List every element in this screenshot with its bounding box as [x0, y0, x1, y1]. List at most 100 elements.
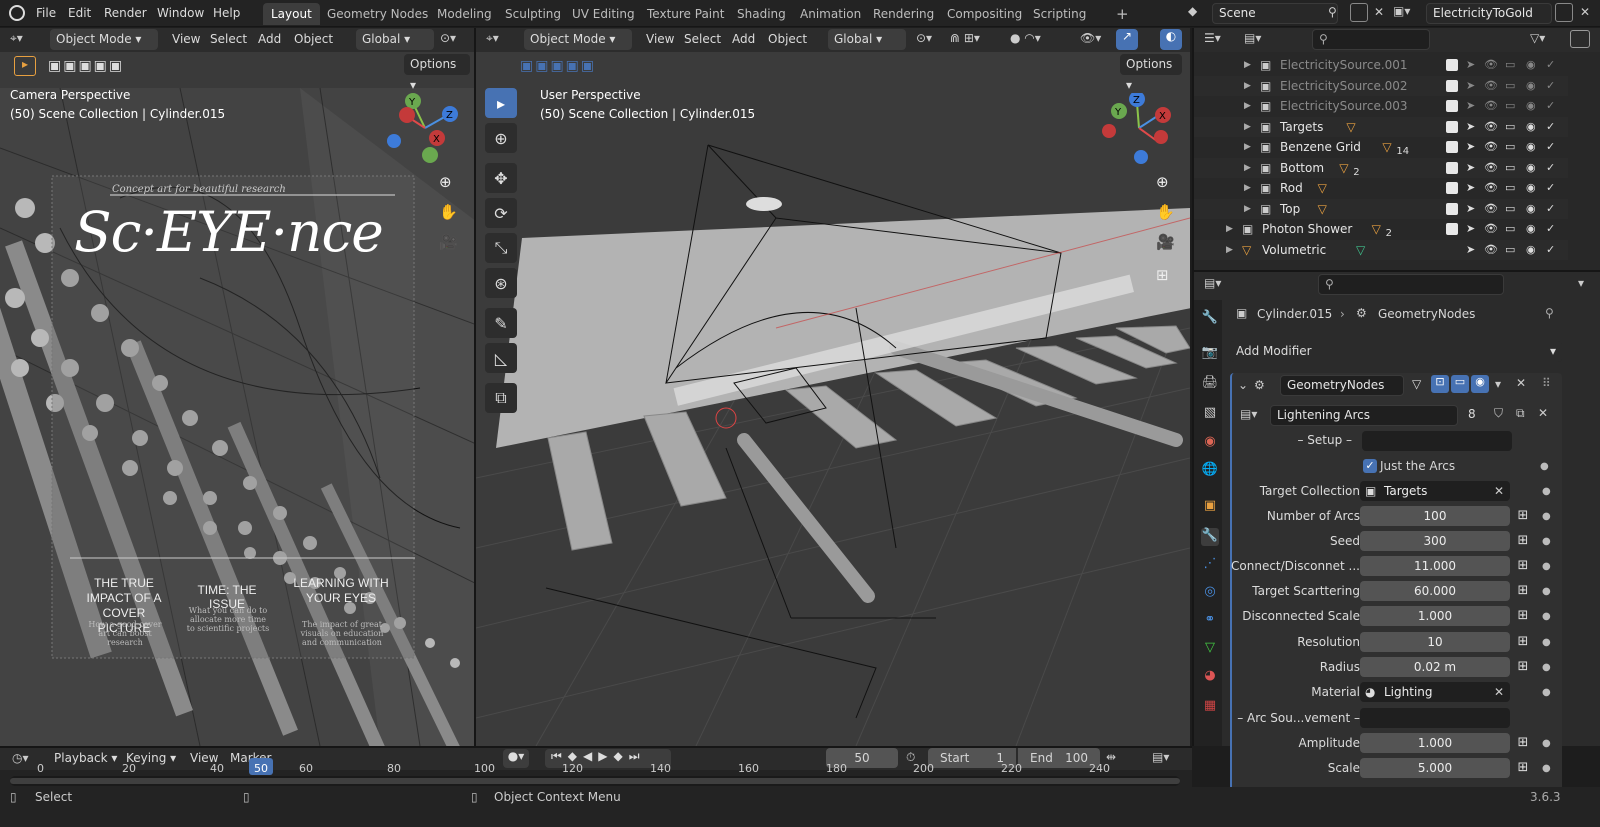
users-count[interactable]: 8: [1468, 407, 1476, 421]
add-cube-tool[interactable]: ⧉: [485, 383, 517, 413]
collection-selector[interactable]: Targets ▣ ✕: [1360, 481, 1510, 501]
select-arrow-icon[interactable]: ➤: [1466, 55, 1475, 75]
tab-rendering[interactable]: Rendering: [865, 3, 942, 25]
holdout-icon[interactable]: ✓: [1546, 55, 1555, 75]
monitor-icon[interactable]: ▭: [1505, 158, 1515, 178]
monitor-icon[interactable]: ▭: [1505, 76, 1515, 96]
pan-hand-icon[interactable]: ✋: [1156, 203, 1175, 221]
expand-chevron-icon[interactable]: ▶: [1244, 117, 1251, 137]
keyframe-dot-icon[interactable]: ●: [1542, 662, 1551, 673]
outliner-search-input[interactable]: ⚲: [1312, 29, 1430, 50]
tab-layout[interactable]: Layout: [263, 3, 320, 25]
expand-chevron-icon[interactable]: ▶: [1244, 76, 1251, 96]
keyframe-dot-icon[interactable]: ●: [1542, 738, 1551, 749]
eye-icon[interactable]: 👁: [1484, 117, 1498, 137]
transform-tool[interactable]: ⊛: [485, 268, 517, 298]
holdout-icon[interactable]: ✓: [1546, 199, 1555, 219]
menu-render[interactable]: Render: [104, 4, 147, 23]
outliner-row[interactable]: ▶ ▣ ElectricitySource.001 ➤ 👁 ▭ ◉ ✓: [1194, 55, 1568, 76]
monitor-icon[interactable]: ▭: [1505, 96, 1515, 116]
outliner-row[interactable]: ▶ ▽ Volumetric ▽ ➤ 👁 ▭ ◉ ✓: [1194, 239, 1568, 260]
number-field[interactable]: 300: [1360, 531, 1510, 551]
select-arrow-icon[interactable]: ➤: [1466, 117, 1475, 137]
material-selector[interactable]: Lighting ◕ ✕: [1360, 682, 1510, 702]
eye-icon[interactable]: 👁: [1484, 137, 1498, 157]
eye-icon[interactable]: 👁: [1484, 219, 1498, 239]
exclude-checkbox[interactable]: [1446, 161, 1458, 174]
view-layer-field[interactable]: ElectricityToGold: [1426, 3, 1552, 24]
tab-shading[interactable]: Shading: [729, 3, 794, 25]
editor-type-icon[interactable]: ⌖▾: [486, 31, 499, 46]
close-icon[interactable]: ✕: [1494, 481, 1504, 501]
attribute-toggle-icon[interactable]: ⊞: [1514, 607, 1532, 625]
modifier-name-field[interactable]: GeometryNodes: [1280, 375, 1404, 396]
camera-render-icon[interactable]: ◉: [1526, 76, 1536, 96]
exclude-checkbox[interactable]: [1446, 79, 1458, 92]
pin-icon[interactable]: ⚲: [1328, 5, 1337, 19]
zoom-icon[interactable]: ⊕: [439, 173, 452, 191]
blender-logo-icon[interactable]: [9, 5, 25, 21]
menu-select[interactable]: Select: [210, 30, 247, 49]
select-arrow-icon[interactable]: ➤: [1466, 137, 1475, 157]
attribute-toggle-icon[interactable]: ⊞: [1514, 582, 1532, 600]
fake-user-icon[interactable]: ⛉: [1494, 406, 1503, 421]
monitor-icon[interactable]: ▭: [1505, 199, 1515, 219]
expand-chevron-icon[interactable]: ▶: [1244, 137, 1251, 157]
menu-playback[interactable]: Playback ▾: [54, 749, 117, 768]
gizmo-toggle-icon[interactable]: ↗: [1116, 29, 1138, 50]
camera-render-icon[interactable]: ◉: [1526, 96, 1536, 116]
select-arrow-icon[interactable]: ➤: [1466, 96, 1475, 116]
eye-icon[interactable]: 👁: [1484, 55, 1498, 75]
keyframe-dot-icon[interactable]: ●: [1542, 611, 1551, 622]
keyframe-dot-icon[interactable]: ●: [1542, 511, 1551, 522]
holdout-icon[interactable]: ✓: [1546, 158, 1555, 178]
camera-render-icon[interactable]: ◉: [1526, 158, 1536, 178]
menu-object[interactable]: Object: [294, 30, 333, 49]
material-tab-icon[interactable]: ◕: [1201, 668, 1219, 686]
close-icon[interactable]: ✕: [1374, 5, 1384, 19]
orientation-dropdown[interactable]: Global ▾: [828, 29, 906, 50]
tab-scripting[interactable]: Scripting: [1025, 3, 1094, 25]
monitor-icon[interactable]: ▭: [1505, 117, 1515, 137]
navigation-gizmo[interactable]: Y Z X: [385, 93, 465, 168]
menu-window[interactable]: Window: [157, 4, 204, 23]
menu-edit[interactable]: Edit: [68, 4, 91, 23]
keyframe-dot-icon[interactable]: ●: [1540, 461, 1549, 472]
camera-render-icon[interactable]: ◉: [1526, 178, 1536, 198]
outliner-row[interactable]: ▶ ▣ ElectricitySource.003 ➤ 👁 ▭ ◉ ✓: [1194, 96, 1568, 117]
monitor-icon[interactable]: ▭: [1505, 219, 1515, 239]
menu-help[interactable]: Help: [213, 4, 240, 23]
camera-render-icon[interactable]: ◉: [1526, 240, 1536, 260]
number-field[interactable]: 100: [1360, 506, 1510, 526]
tab-texture-paint[interactable]: Texture Paint: [639, 3, 732, 25]
keyframe-dot-icon[interactable]: ●: [1542, 763, 1551, 774]
outliner-row[interactable]: ▶ ▣ Bottom ▽ 2 ➤ 👁 ▭ ◉ ✓: [1194, 157, 1568, 178]
expand-chevron-icon[interactable]: ▶: [1244, 158, 1251, 178]
exclude-checkbox[interactable]: [1446, 59, 1458, 71]
new-view-layer-icon[interactable]: [1555, 3, 1573, 22]
new-collection-icon[interactable]: [1570, 30, 1590, 48]
particles-tab-icon[interactable]: ⋰: [1201, 556, 1219, 574]
setup-field[interactable]: [1362, 431, 1512, 451]
number-field[interactable]: 1.000: [1360, 733, 1510, 753]
exclude-checkbox[interactable]: [1446, 202, 1458, 215]
pin-icon[interactable]: ⚲: [1545, 306, 1554, 320]
exclude-checkbox[interactable]: [1446, 141, 1458, 153]
monitor-icon[interactable]: ▭: [1505, 178, 1515, 198]
menu-object[interactable]: Object: [768, 30, 807, 49]
zoom-icon[interactable]: ⊕: [1156, 173, 1169, 191]
keyframe-dot-icon[interactable]: ●: [1542, 536, 1551, 547]
selection-mode-icons[interactable]: ▣▣▣▣▣: [48, 58, 124, 74]
annotate-tool[interactable]: ✎: [485, 308, 517, 338]
tab-compositing[interactable]: Compositing: [939, 3, 1030, 25]
properties-editor-icon[interactable]: ▤▾: [1204, 276, 1221, 290]
visibility-icon[interactable]: 👁▾: [1080, 31, 1101, 45]
exclude-checkbox[interactable]: [1446, 100, 1458, 112]
end-frame-field[interactable]: End 100: [1018, 748, 1100, 768]
holdout-icon[interactable]: ✓: [1546, 117, 1555, 137]
holdout-icon[interactable]: ✓: [1546, 96, 1555, 116]
camera-render-icon[interactable]: ◉: [1526, 117, 1536, 137]
eye-icon[interactable]: 👁: [1484, 76, 1498, 96]
grid-perspective-icon[interactable]: ⊞: [1156, 266, 1169, 284]
number-field[interactable]: 60.000: [1360, 581, 1510, 601]
